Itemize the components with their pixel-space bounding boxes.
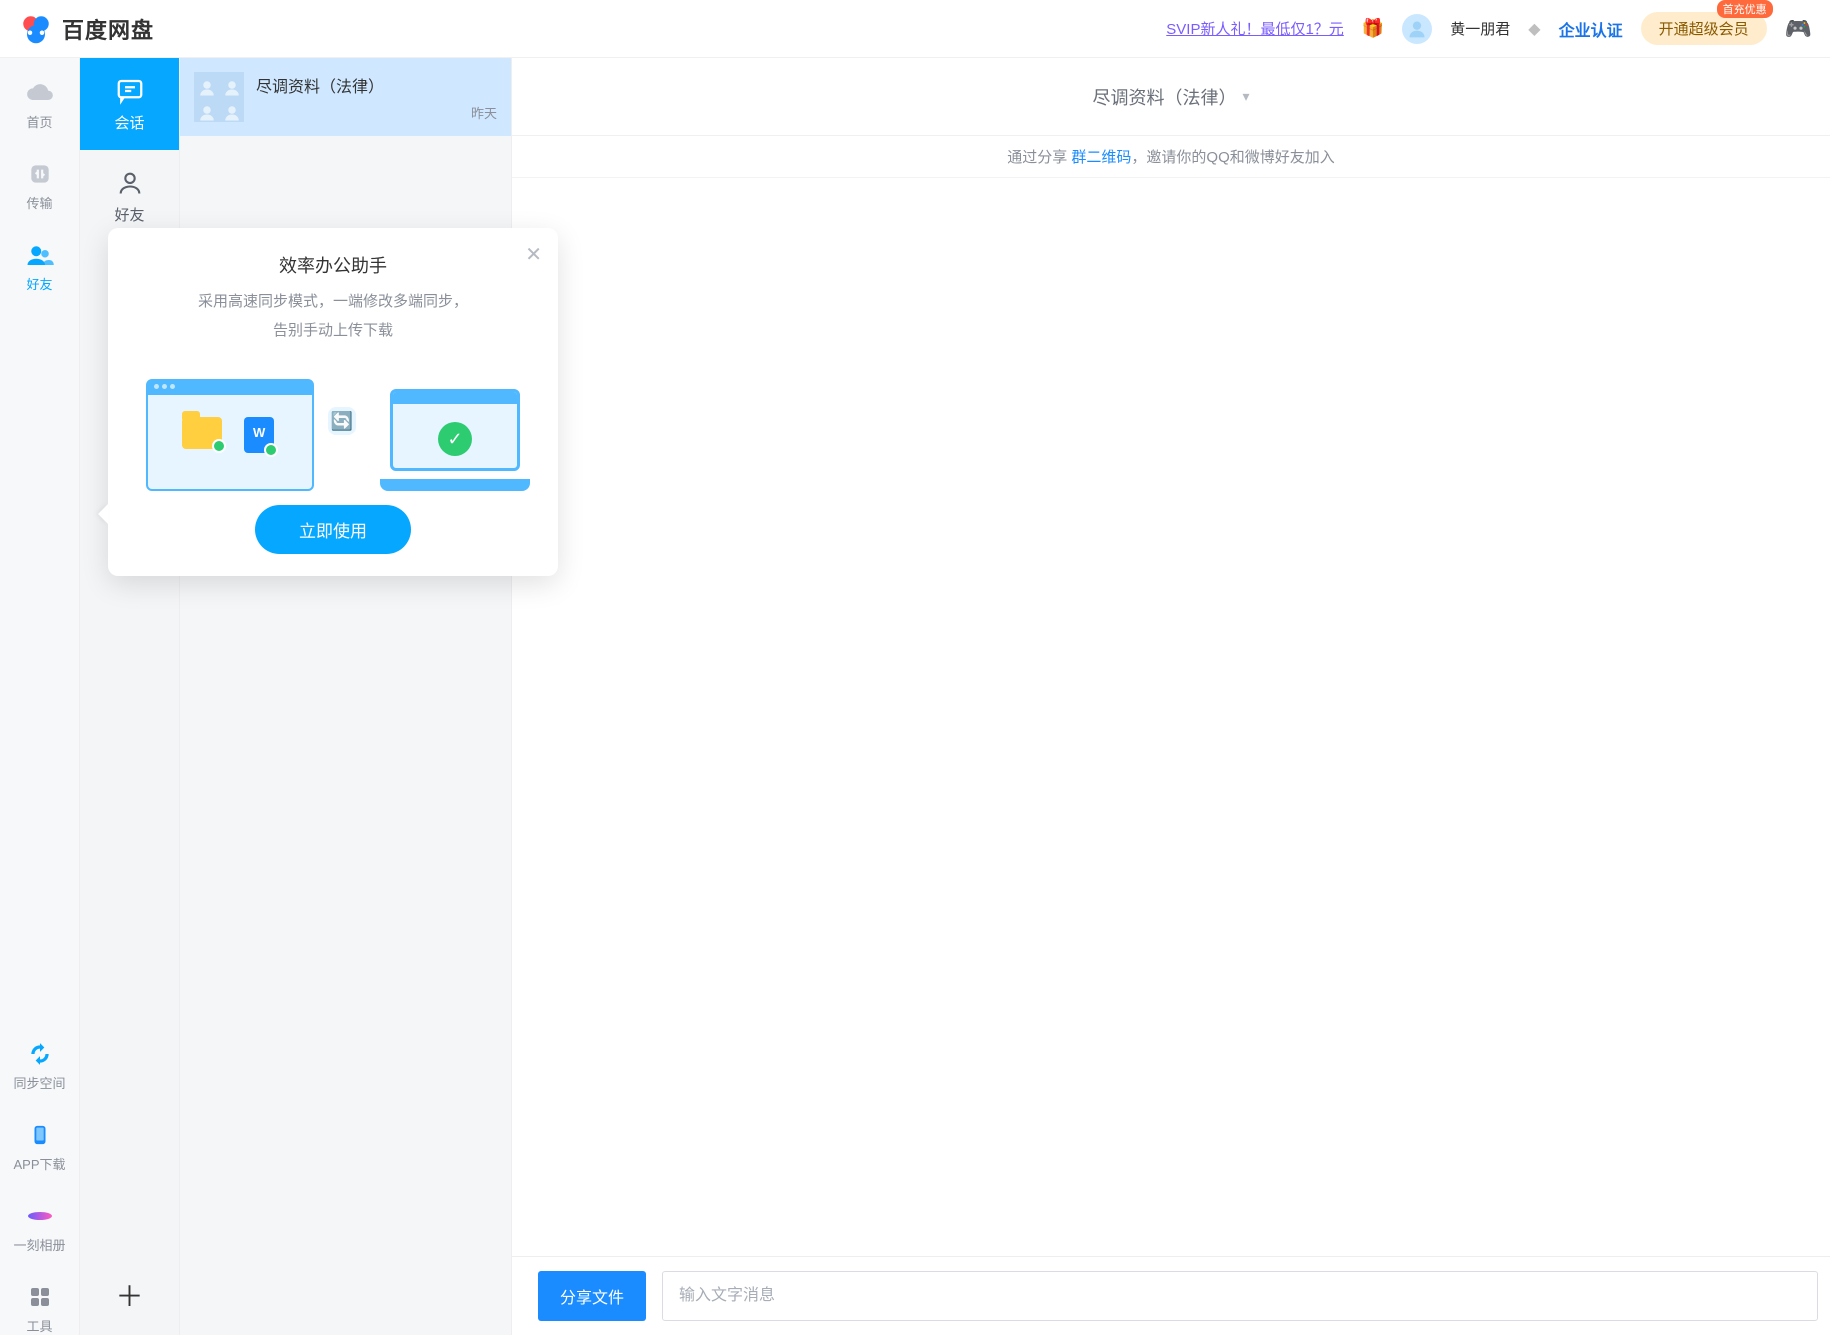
promo-title: 效率办公助手 <box>132 252 534 278</box>
chat-title: 尽调资料（法律） <box>1092 84 1236 110</box>
sync-arrows-icon: 🔄 <box>328 407 356 435</box>
gamepad-icon[interactable]: 🎮 <box>1785 16 1812 42</box>
group-avatar-icon <box>194 72 244 122</box>
popover-caret <box>98 504 108 524</box>
conversation-item[interactable]: 尽调资料（法律） 昨天 <box>180 58 511 136</box>
cloud-icon <box>25 78 55 108</box>
svip-promo-link[interactable]: SVIP新人礼！最低仅1？元 <box>1166 18 1344 39</box>
sidebar-item-moment-album[interactable]: 一刻相册 <box>10 1201 70 1254</box>
sidebar-item-label: 工具 <box>26 1316 52 1335</box>
app-logo[interactable]: 百度网盘 <box>18 11 154 47</box>
promo-subtitle: 采用高速同步模式，一端修改多端同步， 告别手动上传下载 <box>132 288 534 345</box>
sidebar-primary: 首页 传输 好友 同步空间 APP下载 <box>0 58 80 1335</box>
sidebar-item-label: 同步空间 <box>13 1073 65 1092</box>
conversation-time: 昨天 <box>471 103 497 122</box>
user-avatar[interactable] <box>1402 14 1432 44</box>
add-button[interactable]: ＋ <box>80 1255 179 1335</box>
group-qr-link[interactable]: 群二维码 <box>1071 149 1131 166</box>
chat-header[interactable]: 尽调资料（法律） ▾ <box>512 58 1830 136</box>
open-svip-button[interactable]: 开通超级会员 首充优惠 <box>1641 12 1767 45</box>
sidebar-item-label: 好友 <box>26 274 52 293</box>
promo-cta-button[interactable]: 立即使用 <box>255 505 411 554</box>
person-icon <box>115 168 145 198</box>
vip-diamond-icon[interactable]: ◆ <box>1528 19 1540 39</box>
plus-icon: ＋ <box>115 1275 143 1315</box>
invite-bar: 通过分享 群二维码，邀请你的QQ和微博好友加入 <box>512 136 1830 178</box>
sidebar-item-label: 首页 <box>26 112 52 131</box>
baidu-netdisk-logo-icon <box>18 11 54 47</box>
header-right: SVIP新人礼！最低仅1？元 🎁 黄一朋君 ◆ 企业认证 开通超级会员 首充优惠… <box>1166 12 1812 45</box>
friends-icon <box>25 240 55 270</box>
username-label[interactable]: 黄一朋君 <box>1450 18 1510 39</box>
check-icon: ✓ <box>438 422 472 456</box>
sidebar-item-label: APP下载 <box>13 1154 65 1173</box>
svip-badge: 首充优惠 <box>1717 0 1773 18</box>
tab-session[interactable]: 会话 <box>80 58 179 150</box>
gift-icon[interactable]: 🎁 <box>1362 18 1384 39</box>
tab-label: 好友 <box>114 204 144 225</box>
app-title: 百度网盘 <box>62 13 154 45</box>
sidebar-item-label: 一刻相册 <box>13 1235 65 1254</box>
chat-message-area[interactable] <box>512 178 1830 1256</box>
sidebar-item-home[interactable]: 首页 <box>10 78 70 131</box>
album-icon <box>25 1201 55 1231</box>
conversation-title: 尽调资料（法律） <box>256 73 497 97</box>
sidebar-item-sync-space[interactable]: 同步空间 <box>10 1039 70 1092</box>
tab-label: 会话 <box>114 112 144 133</box>
phone-icon <box>25 1120 55 1150</box>
grid-icon <box>25 1282 55 1312</box>
chevron-down-icon: ▾ <box>1242 88 1249 105</box>
chat-area: 尽调资料（法律） ▾ 通过分享 群二维码，邀请你的QQ和微博好友加入 分享文件 <box>512 58 1830 1335</box>
close-icon[interactable]: ✕ <box>525 242 542 267</box>
chat-text-input[interactable] <box>662 1271 1818 1321</box>
sidebar-item-friends[interactable]: 好友 <box>10 240 70 293</box>
sidebar-item-app-download[interactable]: APP下载 <box>10 1120 70 1173</box>
chat-bubble-icon <box>115 76 145 106</box>
sync-promo-popover: ✕ 效率办公助手 采用高速同步模式，一端修改多端同步， 告别手动上传下载 🔄 ✓… <box>108 228 558 576</box>
open-svip-button-label: 开通超级会员 <box>1659 21 1749 38</box>
invite-text: 通过分享 <box>1007 149 1071 166</box>
share-file-button[interactable]: 分享文件 <box>538 1271 646 1321</box>
sidebar-item-transfer[interactable]: 传输 <box>10 159 70 212</box>
transfer-icon <box>25 159 55 189</box>
promo-illustration: 🔄 ✓ <box>132 361 534 491</box>
enterprise-auth-link[interactable]: 企业认证 <box>1559 17 1623 41</box>
body: 首页 传输 好友 同步空间 APP下载 <box>0 58 1830 1335</box>
invite-text: ，邀请你的QQ和微博好友加入 <box>1131 149 1334 166</box>
sidebar-item-tools[interactable]: 工具 <box>10 1282 70 1335</box>
app-header: 百度网盘 SVIP新人礼！最低仅1？元 🎁 黄一朋君 ◆ 企业认证 开通超级会员… <box>0 0 1830 58</box>
chat-input-bar: 分享文件 <box>512 1256 1830 1335</box>
sidebar-item-label: 传输 <box>26 193 52 212</box>
sync-icon <box>25 1039 55 1069</box>
